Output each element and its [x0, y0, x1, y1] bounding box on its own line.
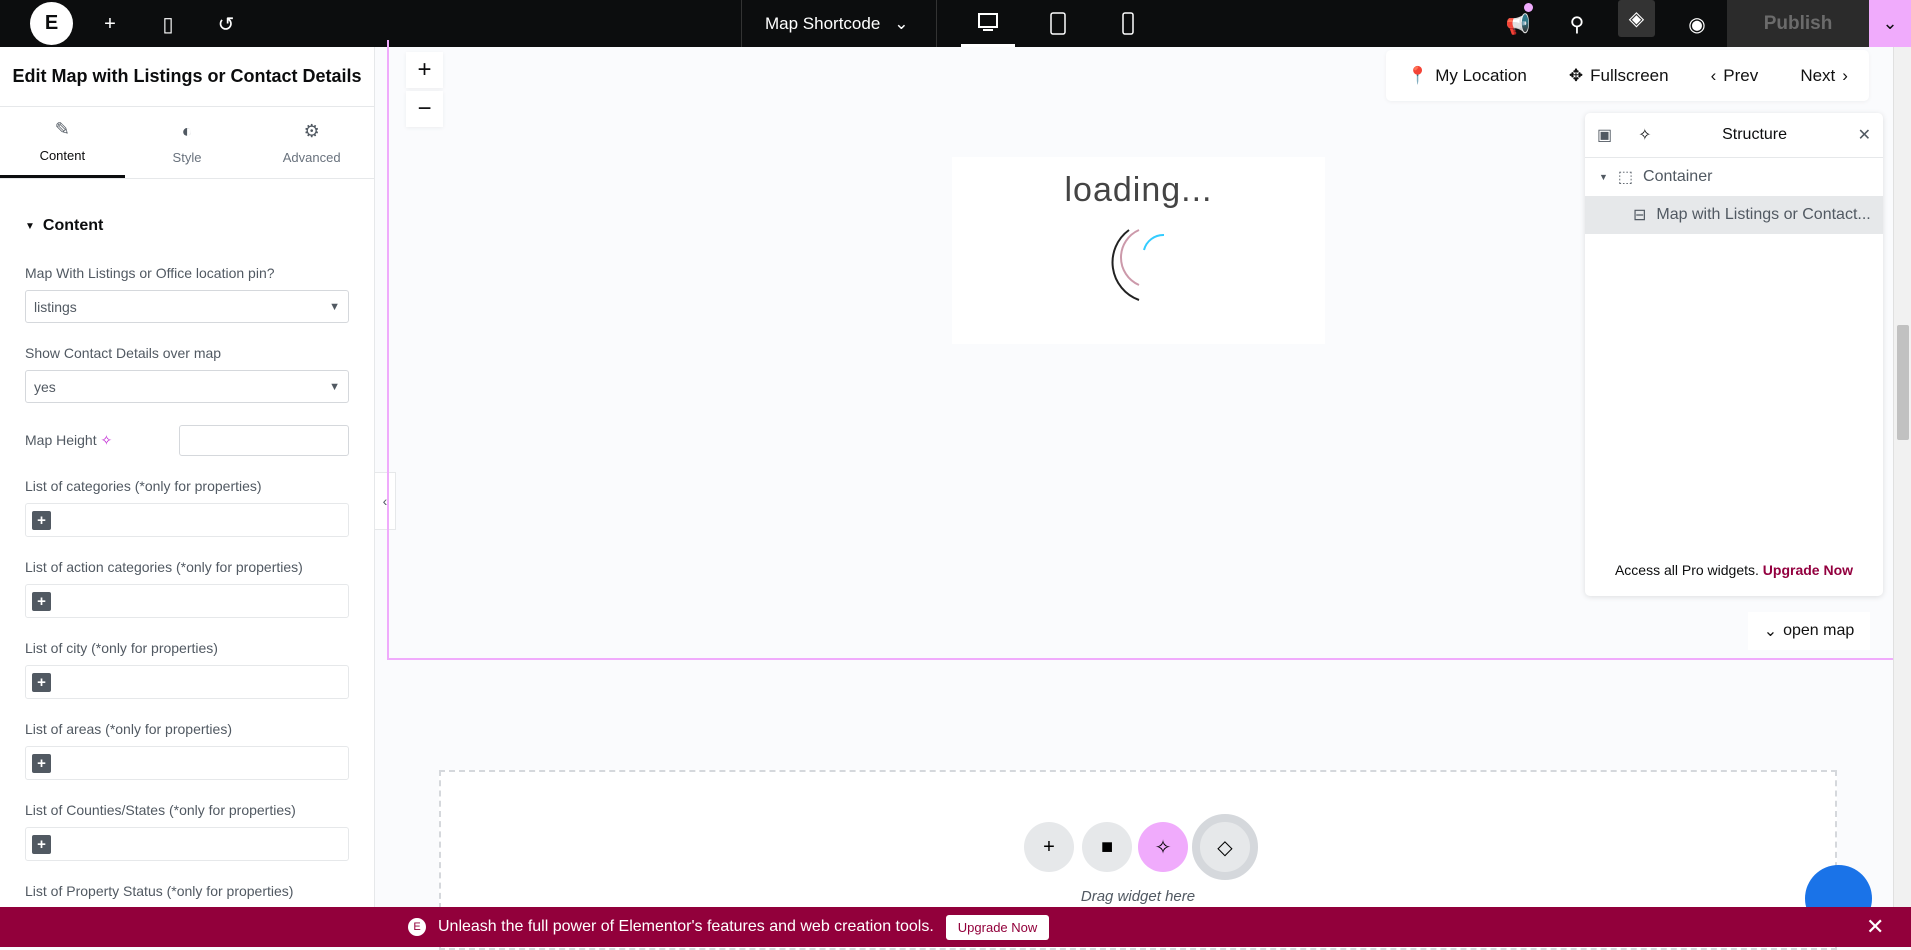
tab-label: Content	[39, 148, 86, 163]
map-type-value: listings	[34, 298, 77, 315]
document-title: Map Shortcode	[765, 13, 881, 33]
fullscreen-button[interactable]: ✥ Fullscreen	[1569, 66, 1669, 86]
structure-panel: ▣ ✧ Structure ✕ ▼ ⬚ Container ⊟ Map with Listi…	[1585, 113, 1883, 596]
ai-generate-button[interactable]: ✧	[1138, 822, 1188, 872]
loading-box: loading...	[952, 157, 1325, 344]
prev-label: Prev	[1723, 65, 1759, 85]
promo-bar: E Unleash the full power of Elementor's …	[0, 907, 1911, 947]
add-item-icon[interactable]: +	[32, 510, 51, 530]
contact-details-select[interactable]: yes ▼	[25, 370, 349, 403]
structure-item-container[interactable]: ▼ ⬚ Container	[1585, 158, 1883, 196]
template-library-button[interactable]: ■	[1082, 822, 1132, 872]
chevron-left-icon: ‹	[1710, 65, 1717, 85]
site-kit-button[interactable]: ◇	[1192, 814, 1258, 880]
add-item-icon[interactable]: +	[32, 753, 51, 773]
contact-details-label: Show Contact Details over map	[25, 345, 222, 361]
repeater-counties: +	[25, 827, 349, 861]
chevron-right-icon: ›	[1842, 65, 1848, 85]
contrast-icon: ◐	[181, 120, 193, 141]
container-icon: ⬚	[1617, 169, 1634, 186]
add-item-icon[interactable]: +	[32, 834, 51, 854]
repeater-label: List of categories (*only for properties…	[25, 478, 262, 494]
repeater-areas: +	[25, 746, 349, 780]
structure-title: Structure	[1722, 126, 1788, 143]
map-height-input[interactable]	[179, 425, 349, 456]
next-button[interactable]: Next ›	[1800, 66, 1848, 86]
tab-label: Style	[172, 149, 202, 165]
panel-title: Edit Map with Listings or Contact Detail…	[0, 47, 374, 107]
loading-text: loading...	[1064, 171, 1213, 209]
repeater-label: List of Property Status (*only for prope…	[25, 883, 294, 899]
map-height-label: Map Height	[25, 432, 97, 448]
map-type-label: Map With Listings or Office location pin…	[25, 265, 275, 281]
zoom-in-button[interactable]: +	[406, 52, 443, 88]
promo-text: Unleash the full power of Elementor's fe…	[438, 918, 934, 935]
fullscreen-label: Fullscreen	[1590, 65, 1669, 85]
upgrade-now-button[interactable]: Upgrade Now	[945, 914, 1050, 940]
section-title: Content	[42, 217, 104, 234]
editor-panel: Edit Map with Listings or Contact Detail…	[0, 47, 375, 947]
drag-widget-hint: Drag widget here	[1080, 888, 1196, 905]
caret-down-icon: ▼	[25, 220, 35, 232]
section-toggle-content[interactable]: ▼ Content	[25, 217, 349, 235]
chevron-down-icon: ⌄	[1763, 623, 1778, 640]
close-icon[interactable]: ✕	[1866, 907, 1884, 947]
my-location-label: My Location	[1435, 65, 1527, 85]
tab-advanced[interactable]: ⚙ Advanced	[249, 107, 374, 178]
add-element-icon[interactable]: +	[94, 8, 126, 40]
widget-icon: ⊟	[1633, 207, 1647, 224]
layers-icon[interactable]: ◈	[1618, 0, 1655, 37]
pro-promo-text: Access all Pro widgets.	[1614, 562, 1759, 578]
structure-item-map-widget[interactable]: ⊟ Map with Listings or Contact...	[1585, 196, 1883, 234]
repeater-categories: +	[25, 503, 349, 537]
map-type-select[interactable]: listings ▼	[25, 290, 349, 323]
caret-down-icon: ▼	[1599, 172, 1608, 182]
tab-label: Advanced	[282, 149, 341, 165]
repeater-action-categories: +	[25, 584, 349, 618]
chevron-down-icon: ⌄	[894, 13, 909, 33]
pencil-icon: ✎	[54, 119, 70, 139]
close-icon[interactable]: ✕	[1858, 125, 1871, 145]
zoom-out-button[interactable]: −	[406, 91, 443, 127]
repeater-label: List of city (*only for properties)	[25, 640, 218, 656]
ai-sparkle-icon[interactable]: ✧	[100, 432, 112, 448]
gear-icon: ⚙	[303, 120, 320, 141]
move-arrows-icon: ✥	[1568, 65, 1584, 85]
history-icon[interactable]: ↺	[210, 8, 242, 40]
elementor-logo-button[interactable]: E	[30, 2, 73, 45]
add-item-icon[interactable]: +	[32, 672, 51, 692]
preview-eye-icon[interactable]: ◉	[1681, 8, 1713, 40]
spinner-icon	[1111, 229, 1164, 301]
caret-down-icon: ▼	[329, 300, 340, 313]
page-settings-icon[interactable]: ▯	[152, 8, 184, 40]
ai-sparkle-icon[interactable]: ✧	[1638, 125, 1651, 145]
repeater-city: +	[25, 665, 349, 699]
caret-down-icon: ▼	[329, 380, 340, 393]
tab-style[interactable]: ◐ Style	[125, 107, 250, 178]
repeater-label: List of Counties/States (*only for prope…	[25, 802, 296, 818]
next-label: Next	[1800, 65, 1836, 85]
prev-button[interactable]: ‹ Prev	[1711, 66, 1759, 86]
repeater-label: List of areas (*only for properties)	[25, 721, 232, 737]
notification-dot	[1524, 3, 1533, 12]
scrollbar[interactable]	[1893, 47, 1911, 907]
upgrade-now-link[interactable]: Upgrade Now	[1763, 562, 1853, 578]
map-controls-bar: 📍 My Location ✥ Fullscreen ‹ Prev Next ›	[1386, 50, 1869, 101]
open-map-label: open map	[1783, 622, 1855, 639]
my-location-button[interactable]: 📍 My Location	[1407, 66, 1527, 86]
add-item-icon[interactable]: +	[32, 591, 51, 611]
contact-details-value: yes	[34, 378, 56, 395]
search-icon[interactable]: ⚲	[1561, 8, 1593, 40]
scrollbar-thumb[interactable]	[1897, 325, 1909, 440]
tab-content[interactable]: ✎ Content	[0, 107, 125, 178]
elementor-logo-icon: E	[408, 918, 426, 936]
repeater-label: List of action categories (*only for pro…	[25, 559, 303, 575]
add-section-button[interactable]: +	[1024, 822, 1074, 872]
open-map-button[interactable]: ⌄ open map	[1748, 612, 1870, 650]
collapse-all-icon[interactable]: ▣	[1597, 125, 1612, 145]
structure-item-label: Map with Listings or Contact...	[1656, 206, 1871, 223]
structure-item-label: Container	[1643, 168, 1713, 185]
pin-icon: 📍	[1407, 65, 1429, 85]
megaphone-icon[interactable]: 📢	[1502, 8, 1534, 40]
